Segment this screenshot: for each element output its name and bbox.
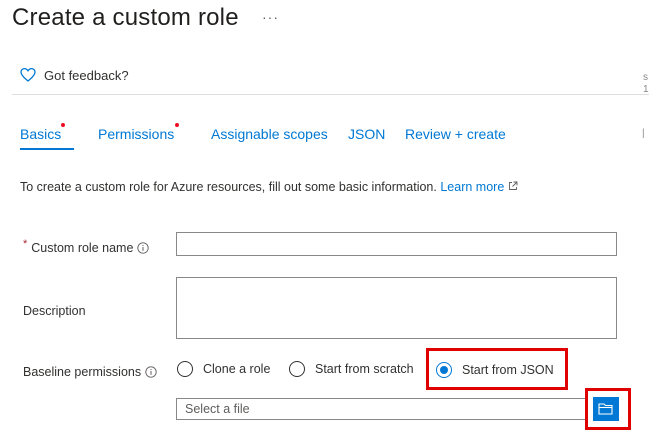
radio-clone-role[interactable]: Clone a role — [177, 361, 270, 377]
role-name-label: * Custom role name — [23, 238, 150, 255]
tab-basics[interactable]: Basics — [20, 123, 65, 142]
radio-circle[interactable] — [177, 361, 193, 377]
heart-icon — [20, 67, 36, 82]
edge-fragment-3: | — [642, 128, 645, 139]
browse-file-button[interactable] — [593, 397, 619, 421]
header-divider — [12, 94, 649, 95]
info-icon[interactable] — [145, 366, 157, 378]
radio-circle-selected[interactable] — [436, 362, 452, 378]
feedback-label: Got feedback? — [44, 67, 129, 83]
required-indicator — [175, 123, 179, 127]
role-name-input[interactable] — [176, 232, 617, 256]
required-star: * — [23, 238, 28, 250]
file-select-input[interactable]: Select a file — [176, 398, 586, 420]
tab-json[interactable]: JSON — [348, 126, 385, 142]
folder-open-icon — [598, 403, 613, 415]
description-label: Description — [23, 304, 86, 318]
external-link-icon — [508, 181, 518, 190]
description-input[interactable] — [176, 277, 617, 339]
radio-start-from-json[interactable]: Start from JSON — [436, 362, 554, 378]
tab-assignable-scopes[interactable]: Assignable scopes — [211, 126, 328, 142]
radio-circle[interactable] — [289, 361, 305, 377]
tab-review-create[interactable]: Review + create — [405, 126, 506, 142]
more-options-button[interactable]: ··· — [262, 9, 279, 25]
active-tab-indicator — [20, 148, 74, 150]
feedback-link[interactable]: Got feedback? — [20, 67, 129, 83]
tab-permissions[interactable]: Permissions — [98, 123, 179, 142]
radio-start-from-scratch[interactable]: Start from scratch — [289, 361, 414, 377]
intro-text: To create a custom role for Azure resour… — [20, 180, 518, 194]
edge-fragment: s — [643, 72, 648, 83]
info-icon[interactable] — [137, 242, 150, 254]
required-indicator — [61, 123, 65, 127]
learn-more-link[interactable]: Learn more — [440, 180, 518, 194]
baseline-label: Baseline permissions — [23, 365, 157, 379]
page-title: Create a custom role — [12, 4, 239, 31]
